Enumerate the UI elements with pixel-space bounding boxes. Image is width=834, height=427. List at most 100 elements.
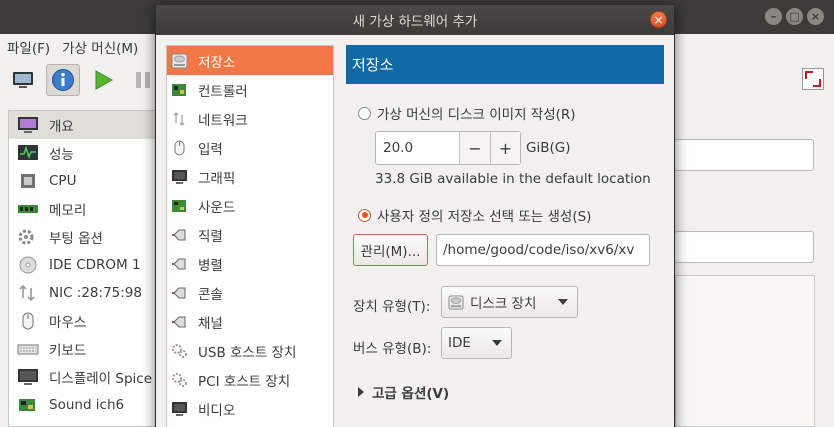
hw-item-input[interactable]: 입력 [167,133,333,162]
sidebar-item-label: 키보드 [49,343,87,359]
usb-host-icon [172,343,187,358]
sidebar-item-cdrom[interactable]: IDE CDROM 1 [9,251,168,279]
storage-icon [171,53,188,68]
menu-file[interactable]: 파일(F) [7,37,50,57]
mouse-icon [22,312,34,330]
vm-details-sidebar: 개요 성능 CPU 메모리 부팅 옵션 IDE CDROM 1 NIC :28:… [8,110,168,427]
sidebar-item-cpu[interactable]: CPU [9,167,168,195]
create-disk-label: 가상 머신의 디스크 이미지 작성(R) [377,107,576,123]
manage-button[interactable]: 관리(M)... [353,234,428,266]
gear-boot-icon [18,229,34,245]
sidebar-item-label: 부팅 옵션 [49,231,103,247]
hw-item-label: 직렬 [198,228,223,245]
radio-icon[interactable] [358,106,371,120]
keyboard-icon [17,344,39,355]
device-type-value: 디스크 장치 [470,296,537,312]
maximize-icon[interactable]: □ [786,8,803,25]
sound-card-icon [172,199,186,212]
sidebar-item-label: CPU [49,173,77,189]
hw-item-label: 입력 [198,141,223,158]
hw-item-graphics[interactable]: 그래픽 [167,162,333,191]
network-icon [19,284,35,302]
disk-size-input[interactable]: 20.0 [376,132,460,164]
hw-item-pci-host[interactable]: PCI 호스트 장치 [167,365,333,394]
device-type-select[interactable]: 디스크 장치 [441,286,578,318]
bus-type-label: 버스 유형(B): [353,341,432,357]
custom-storage-label: 사용자 정의 저장소 선택 또는 생성(S) [377,209,592,225]
increase-size-button[interactable]: + [490,132,520,164]
custom-storage-radio[interactable]: 사용자 정의 저장소 선택 또는 생성(S) [358,205,591,225]
hw-item-usb-host[interactable]: USB 호스트 장치 [167,336,333,365]
sidebar-item-mouse[interactable]: 마우스 [9,307,168,335]
hw-item-sound[interactable]: 사운드 [167,191,333,220]
bus-type-select[interactable]: IDE [441,327,512,359]
background-panel [675,275,815,427]
dialog-close-icon[interactable]: × [650,11,667,28]
storage-path-input[interactable]: /home/good/code/iso/xv6/xv [436,234,650,266]
hw-item-channel[interactable]: 채널 [167,307,333,336]
pci-host-icon [172,372,187,387]
hw-item-parallel[interactable]: 병렬 [167,249,333,278]
window-controls: – □ × [765,8,824,25]
hw-item-label: 콘솔 [198,286,223,303]
hw-item-console[interactable]: 콘솔 [167,278,333,307]
minimize-icon[interactable]: – [765,8,782,25]
radio-selected-icon[interactable] [358,208,371,222]
hw-item-label: 채널 [198,315,223,332]
advanced-options-expander[interactable]: 고급 옵션(V) [358,382,449,402]
disk-size-stepper[interactable]: 20.0 − + [375,131,521,165]
sidebar-item-sound[interactable]: Sound ich6 [9,391,168,419]
menu-vm[interactable]: 가상 머신(M) [62,37,138,57]
available-space-text: 33.8 GiB available in the default locati… [375,171,651,187]
fullscreen-toggle-icon[interactable] [802,68,824,90]
performance-graph-icon [18,145,38,160]
play-icon [95,70,114,90]
sidebar-item-label: 마우스 [49,315,87,331]
size-unit-label: GiB(G) [526,140,571,156]
sidebar-item-display[interactable]: 디스플레이 Spice [9,363,168,391]
hw-item-label: 컨트롤러 [198,83,248,100]
hw-item-video[interactable]: 비디오 [167,394,333,423]
bus-type-value: IDE [448,335,471,351]
sidebar-item-keyboard[interactable]: 키보드 [9,335,168,363]
hw-item-label: 병렬 [198,257,223,274]
panel-header: 저장소 [346,45,664,84]
create-disk-radio[interactable]: 가상 머신의 디스크 이미지 작성(R) [358,103,576,123]
sidebar-item-boot-options[interactable]: 부팅 옵션 [9,223,168,251]
sidebar-item-performance[interactable]: 성능 [9,139,168,167]
add-hardware-dialog: 새 가상 하드웨어 추가 × 저장소 컨트롤러 네트워크 입력 그래픽 사운드 [155,4,675,427]
hw-item-label: 네트워크 [198,112,248,129]
cpu-icon [21,174,35,188]
hw-item-serial[interactable]: 직렬 [167,220,333,249]
hw-item-controller[interactable]: 컨트롤러 [167,75,333,104]
chevron-down-icon [558,299,568,305]
hw-item-label: USB 호스트 장치 [198,344,297,361]
sidebar-item-label: 디스플레이 Spice [49,371,153,387]
hardware-type-list: 저장소 컨트롤러 네트워크 입력 그래픽 사운드 직렬 병렬 콘솔 채널 USB… [166,45,334,427]
sidebar-item-memory[interactable]: 메모리 [9,195,168,223]
run-button[interactable] [86,64,120,96]
close-icon[interactable]: × [807,8,824,25]
hw-item-label: 저장소 [198,54,236,71]
monitor-overview-icon [18,117,38,133]
hw-item-network[interactable]: 네트워크 [167,104,333,133]
sidebar-item-label: 개요 [49,119,74,135]
sound-card-icon [19,399,35,411]
network-icon [173,111,185,126]
storage-settings-panel: 저장소 가상 머신의 디스크 이미지 작성(R) 20.0 − + GiB(G)… [346,45,664,427]
background-field-2 [674,231,814,263]
sidebar-item-label: Sound ich6 [49,397,125,413]
sidebar-item-overview[interactable]: 개요 [9,111,168,139]
details-view-button[interactable] [46,64,80,96]
console-view-button[interactable] [6,64,40,96]
pause-icon [136,72,150,88]
expander-arrow-icon [358,387,364,397]
hw-item-label: 비디오 [198,402,236,419]
hw-item-storage[interactable]: 저장소 [167,46,333,75]
sidebar-item-label: NIC :28:75:98 [49,285,142,301]
video-icon [172,401,187,416]
sidebar-item-nic[interactable]: NIC :28:75:98 [9,279,168,307]
dialog-titlebar: 새 가상 하드웨어 추가 × [156,5,674,35]
decrease-size-button[interactable]: − [460,132,490,164]
info-icon [52,69,74,91]
